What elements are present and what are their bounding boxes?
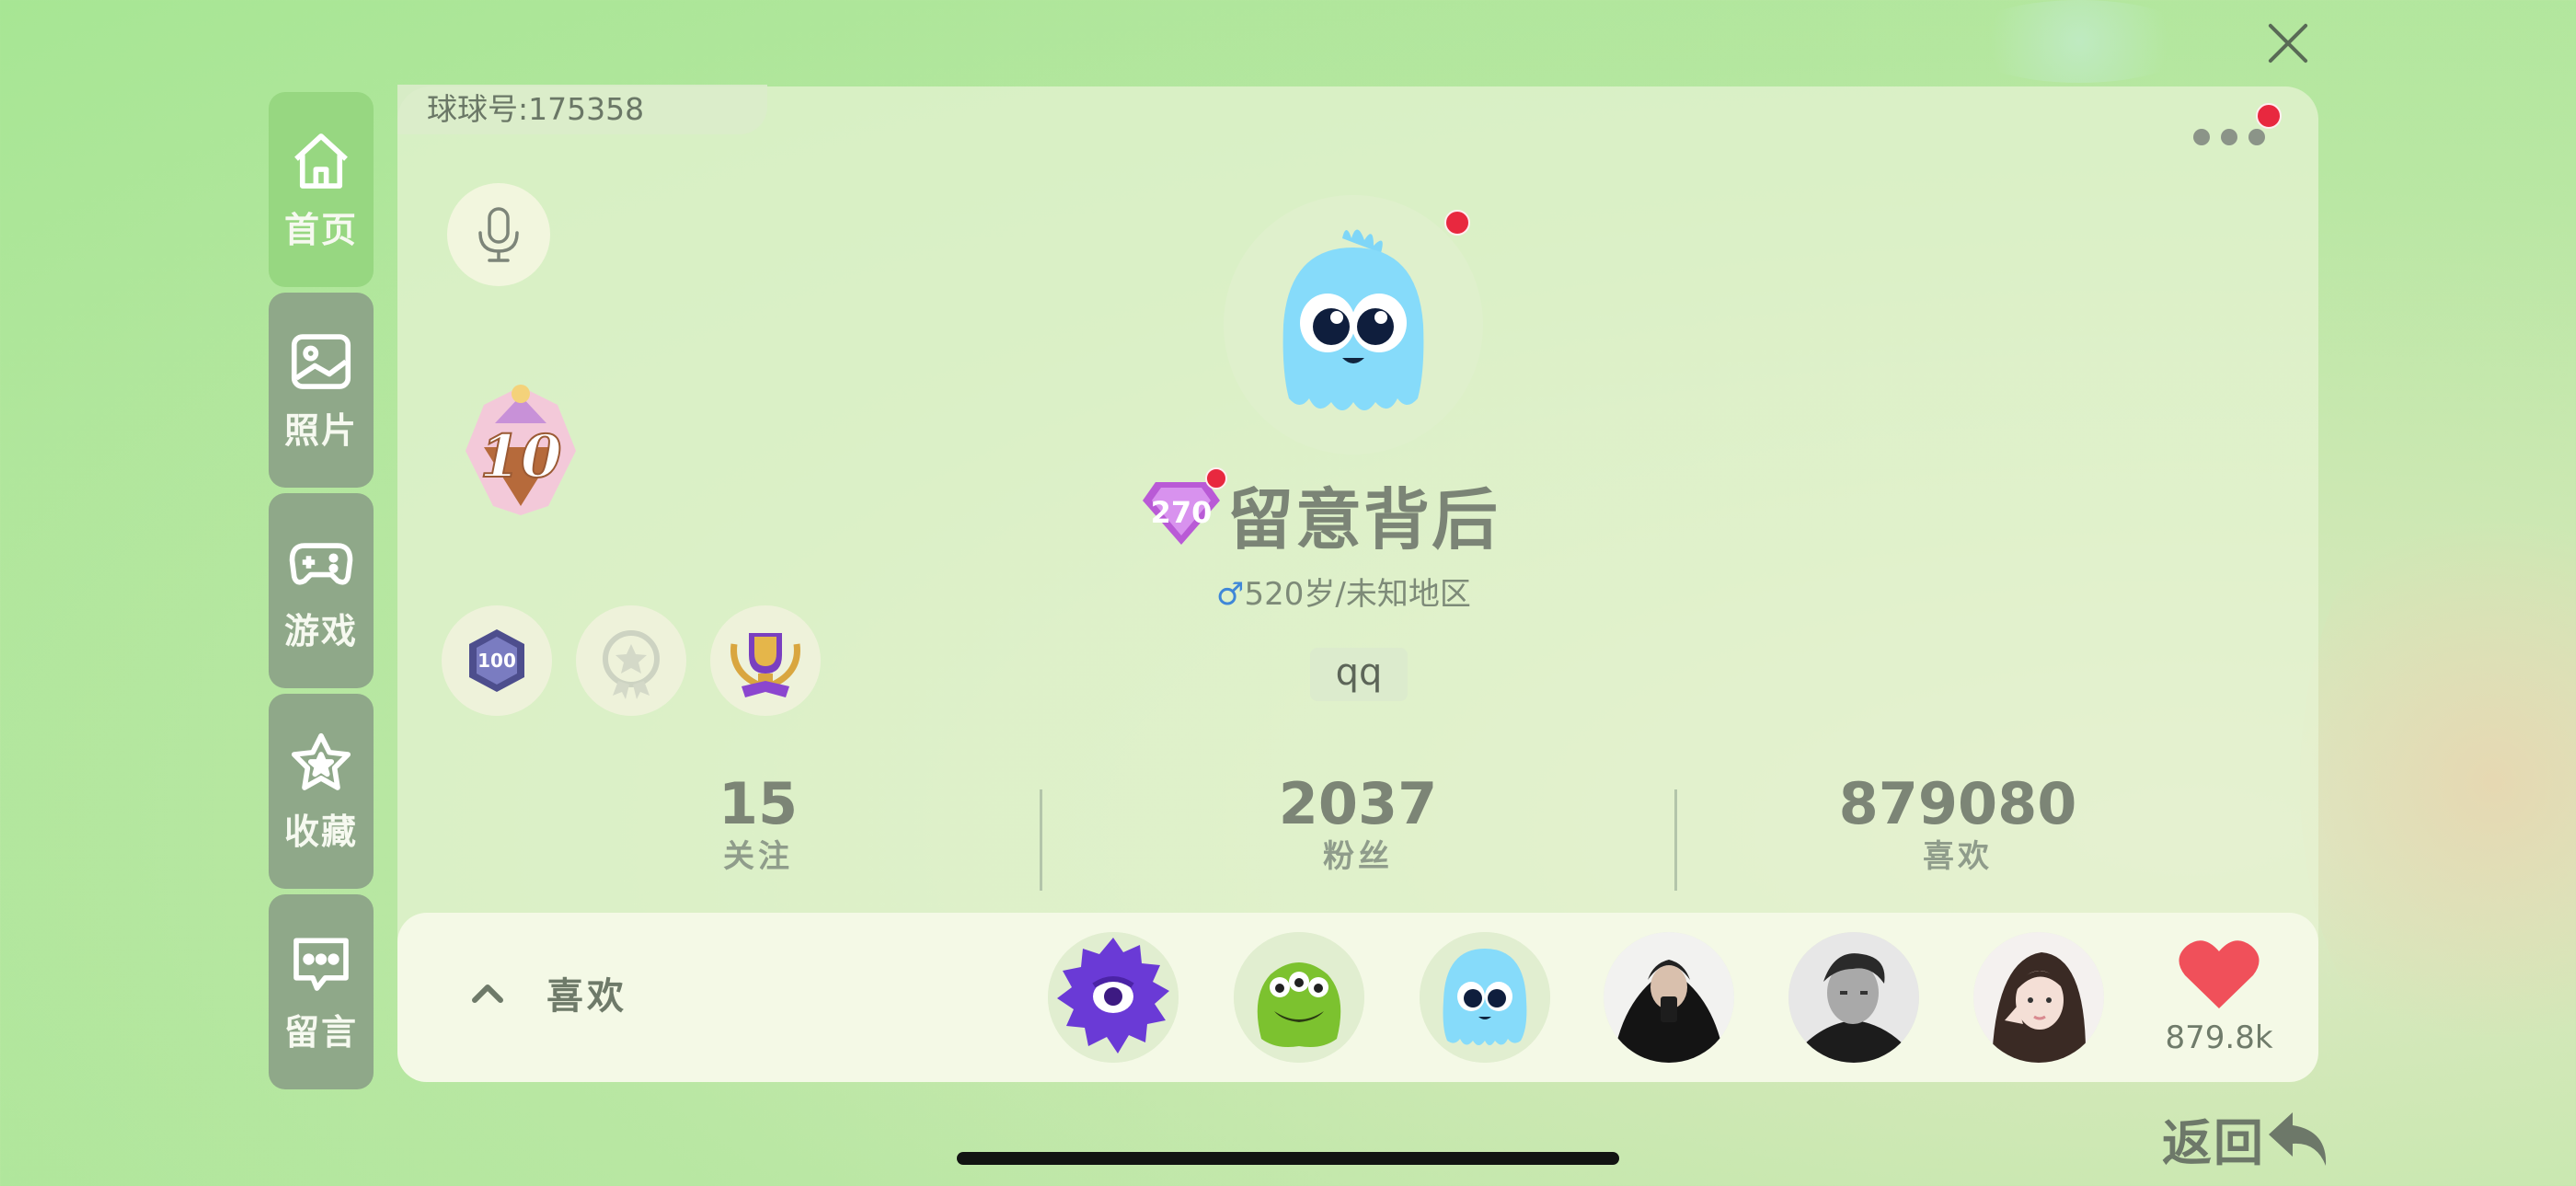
- stat-value: 2037: [1278, 770, 1438, 837]
- likes-title: 喜欢: [546, 975, 627, 1018]
- photo-icon: [291, 333, 351, 389]
- stat-label: 喜欢: [1923, 838, 1993, 875]
- purple-monster-avatar: [1048, 932, 1179, 1063]
- sidebar-item-label: 收藏: [283, 811, 358, 852]
- liker-avatar[interactable]: [1788, 932, 1919, 1063]
- sidebar-item-photos[interactable]: 照片: [269, 293, 374, 488]
- medal-trophy[interactable]: [710, 605, 821, 716]
- like-count: 879.8k: [2165, 1019, 2273, 1056]
- name-row: 270 留意背后: [1141, 467, 1509, 559]
- sidebar-item-label: 游戏: [283, 610, 358, 651]
- background-blob: [2300, 460, 2576, 1104]
- likes-toggle[interactable]: 喜欢: [469, 966, 627, 1019]
- dot-icon: [2221, 129, 2237, 145]
- notification-dot: [1444, 210, 1470, 236]
- green-monster-avatar: [1234, 932, 1364, 1063]
- gamepad-icon: [289, 542, 353, 585]
- profile-avatar[interactable]: [1224, 195, 1483, 455]
- stats-row: 15 关注 2037 粉丝 879080 喜欢: [397, 771, 2318, 891]
- stat-value: 879080: [1838, 770, 2077, 837]
- sidebar-item-games[interactable]: 游戏: [269, 493, 374, 688]
- male-icon: ♂: [1216, 576, 1245, 613]
- svg-text:100: 100: [477, 650, 516, 672]
- home-indicator: [957, 1152, 1619, 1165]
- liker-avatar[interactable]: [1973, 932, 2104, 1063]
- divider: [1674, 789, 1677, 891]
- sidebar-item-label: 首页: [283, 209, 358, 250]
- medal-star[interactable]: [576, 605, 686, 716]
- gem-level-number: 270: [1150, 495, 1213, 530]
- sidebar-item-messages[interactable]: 留言: [269, 894, 374, 1089]
- age-region-text: 520岁/未知地区: [1244, 576, 1471, 613]
- back-button[interactable]: 返回: [2162, 1102, 2331, 1175]
- gem-level-badge: 270: [1141, 478, 1222, 548]
- voice-button[interactable]: [447, 183, 550, 286]
- person-avatar: [1973, 932, 2104, 1063]
- liker-avatar[interactable]: [1420, 932, 1550, 1063]
- hexagon-medal-icon: 100: [469, 629, 524, 692]
- star-icon: [291, 732, 351, 790]
- sidebar-item-label: 照片: [283, 409, 358, 451]
- liker-avatar[interactable]: [1048, 932, 1179, 1063]
- blue-ghost-avatar: [1420, 932, 1550, 1063]
- level-badge-number: 10: [479, 422, 561, 491]
- divider: [1040, 789, 1042, 891]
- close-icon[interactable]: [2265, 20, 2311, 66]
- notification-dot: [2256, 103, 2282, 129]
- stat-label: 关注: [723, 838, 793, 875]
- stat-value: 15: [718, 770, 799, 837]
- liker-avatar[interactable]: [1234, 932, 1364, 1063]
- age-region: ♂520岁/未知地区: [1216, 569, 1471, 614]
- level-badge-icon: 10: [466, 385, 576, 515]
- medal-100[interactable]: 100: [442, 605, 552, 716]
- sidebar-item-home[interactable]: 首页: [269, 92, 374, 287]
- dot-icon: [2193, 129, 2210, 145]
- stat-likes[interactable]: 879080 喜欢: [1774, 771, 2142, 876]
- sidebar-item-label: 留言: [283, 1011, 358, 1053]
- sidebar: 首页 照片 游戏 收藏 留言: [269, 92, 374, 1095]
- microphone-icon: [478, 207, 519, 262]
- background-blob: [1960, 0, 2199, 83]
- more-options-button[interactable]: [2193, 129, 2265, 145]
- star-medal-icon: [603, 630, 660, 699]
- trophy-medal-icon: [730, 633, 800, 697]
- liker-avatar[interactable]: [1604, 932, 1734, 1063]
- stat-label: 粉丝: [1323, 838, 1393, 875]
- stat-following[interactable]: 15 关注: [574, 771, 942, 876]
- person-avatar: [1604, 932, 1734, 1063]
- dot-icon: [2248, 129, 2265, 145]
- like-button[interactable]: 879.8k: [2155, 938, 2283, 1056]
- sidebar-item-favorites[interactable]: 收藏: [269, 694, 374, 889]
- home-icon: [294, 132, 348, 189]
- nickname: 留意背后: [1227, 480, 1501, 558]
- person-avatar: [1788, 932, 1919, 1063]
- back-arrow-icon: [2269, 1111, 2327, 1166]
- signature: qq: [1310, 648, 1408, 701]
- blue-ghost-avatar: [1282, 229, 1424, 410]
- user-id-label: 球球号:175358: [397, 85, 767, 134]
- message-icon: [293, 937, 349, 991]
- back-label: 返回: [2162, 1114, 2265, 1172]
- stat-fans[interactable]: 2037 粉丝: [1174, 771, 1542, 876]
- likes-bar: 喜欢 879.8k: [397, 913, 2318, 1082]
- chevron-up-icon: [472, 984, 503, 1003]
- heart-icon: [2179, 940, 2260, 1008]
- notification-dot: [1205, 467, 1227, 489]
